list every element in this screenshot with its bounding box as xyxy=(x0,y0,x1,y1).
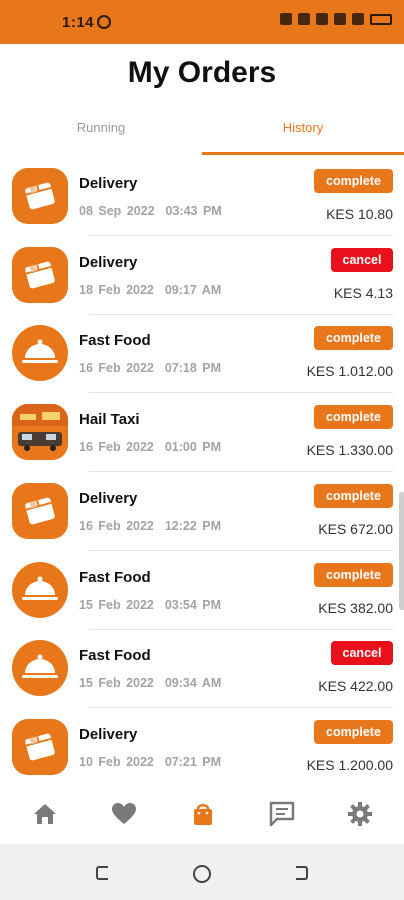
order-price: KES 1.330.00 xyxy=(306,442,393,459)
alarm-icon xyxy=(280,13,292,25)
home-icon xyxy=(34,804,56,824)
order-title: Hail Taxi xyxy=(79,411,140,429)
status-icons xyxy=(280,13,392,25)
order-title: Fast Food xyxy=(79,332,151,350)
shopping-bag-icon xyxy=(194,804,212,825)
tab-history[interactable]: History xyxy=(202,110,404,155)
order-status-badge: complete xyxy=(314,562,393,587)
order-status-badge: complete xyxy=(314,483,393,508)
food-cloche-icon xyxy=(12,561,68,618)
order-price: KES 1.012.00 xyxy=(306,363,393,380)
order-item[interactable]: Delivery 10 Feb 2022 07:21 PM complete KES … xyxy=(0,709,404,788)
tab-active-indicator xyxy=(202,152,404,155)
bottom-nav xyxy=(0,782,404,844)
status-time: 1:14 xyxy=(62,14,95,31)
food-cloche-icon xyxy=(12,640,68,697)
order-price: KES 1.200.00 xyxy=(306,756,393,773)
food-cloche-icon xyxy=(12,325,68,382)
order-title: Delivery xyxy=(79,725,138,743)
nav-messages[interactable] xyxy=(268,800,296,828)
order-price: KES 422.00 xyxy=(318,678,393,695)
recent-apps-icon[interactable] xyxy=(94,864,112,882)
nav-home[interactable] xyxy=(31,800,59,828)
chat-icon xyxy=(269,801,295,827)
order-date: 15 Feb 2022 09:34 AM xyxy=(79,676,222,691)
order-date: 08 Sep 2022 03:43 PM xyxy=(79,204,222,218)
order-item[interactable]: Hail Taxi 16 Feb 2022 01:00 PM complete KES… xyxy=(0,394,404,473)
sync-icon xyxy=(97,15,111,29)
order-date: 15 Feb 2022 03:54 PM xyxy=(79,597,222,612)
order-status-badge: complete xyxy=(314,719,393,744)
order-item[interactable]: Delivery 16 Feb 2022 12:22 PM complete KES … xyxy=(0,473,404,552)
order-date: 16 Feb 2022 07:18 PM xyxy=(79,361,222,376)
gear-icon xyxy=(348,802,372,826)
signal-2-icon xyxy=(352,13,364,25)
nav-favorites[interactable] xyxy=(110,800,138,828)
order-date: 16 Feb 2022 01:00 PM xyxy=(79,440,222,455)
heart-icon xyxy=(112,803,136,824)
tab-running[interactable]: Running xyxy=(0,110,202,155)
order-status-badge: complete xyxy=(314,169,393,193)
order-title: Fast Food xyxy=(79,647,151,665)
nav-settings[interactable] xyxy=(346,800,374,828)
order-price: KES 10.80 xyxy=(326,206,393,222)
page-title: My Orders xyxy=(127,56,277,89)
order-item[interactable]: Fast Food 15 Feb 2022 03:54 PM complete KES… xyxy=(0,552,404,631)
order-item[interactable]: Fast Food 15 Feb 2022 09:34 AM cancel KES 4… xyxy=(0,630,404,709)
box-icon xyxy=(12,246,68,303)
box-icon xyxy=(12,718,68,775)
battery-icon xyxy=(370,13,392,25)
order-status-badge: complete xyxy=(314,326,393,351)
box-icon xyxy=(12,168,68,224)
order-title: Delivery xyxy=(79,253,138,271)
edge-panel-handle[interactable] xyxy=(399,492,404,610)
order-date: 16 Feb 2022 12:22 PM xyxy=(79,518,222,533)
status-bar: 1:14 xyxy=(0,0,404,44)
order-date: 10 Feb 2022 07:21 PM xyxy=(79,754,222,769)
vibrate-icon xyxy=(298,13,310,25)
order-price: KES 382.00 xyxy=(318,599,393,616)
wifi-icon xyxy=(316,13,328,25)
system-navigation-bar xyxy=(0,844,404,900)
order-date: 18 Feb 2022 09:17 AM xyxy=(79,282,222,297)
taxi-image-icon xyxy=(12,404,68,461)
order-title: Fast Food xyxy=(79,568,151,586)
home-button-icon[interactable] xyxy=(192,864,212,884)
tab-bar: Running History xyxy=(0,110,404,158)
order-status-badge: cancel xyxy=(331,247,393,272)
nav-orders[interactable] xyxy=(189,800,217,828)
order-item[interactable]: Delivery 08 Sep 2022 03:43 PM complete KES … xyxy=(0,158,404,237)
order-status-badge: complete xyxy=(314,405,393,430)
order-price: KES 4.13 xyxy=(333,284,393,301)
order-status-badge: cancel xyxy=(331,641,393,666)
order-item[interactable]: Fast Food 16 Feb 2022 07:18 PM complete KES… xyxy=(0,315,404,394)
order-item[interactable]: Delivery 18 Feb 2022 09:17 AM cancel KES 4.… xyxy=(0,237,404,316)
back-icon[interactable] xyxy=(292,864,310,882)
order-title: Delivery xyxy=(79,175,138,192)
signal-icon xyxy=(334,13,346,25)
box-icon xyxy=(12,482,68,539)
order-title: Delivery xyxy=(79,489,138,507)
order-price: KES 672.00 xyxy=(318,520,393,537)
